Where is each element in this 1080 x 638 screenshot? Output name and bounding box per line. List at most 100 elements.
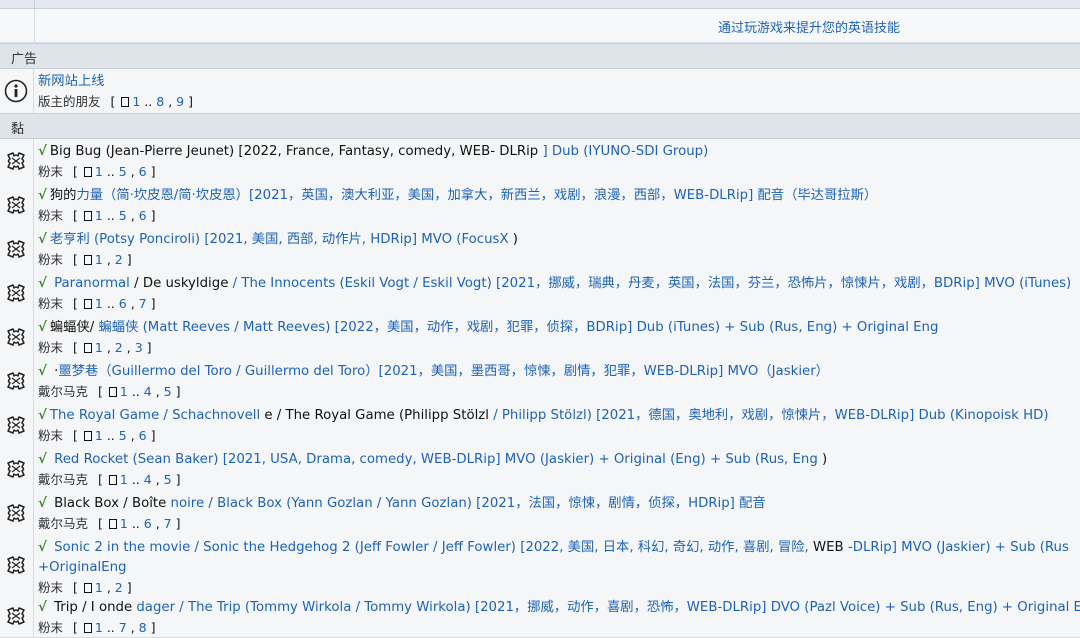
topic-title-text[interactable]: Black Box / Boîte [50,496,166,511]
page-link[interactable]: 8 [139,620,147,635]
page-link[interactable]: 7 [119,620,127,635]
page-link[interactable]: 1 [95,252,103,267]
topic-title-link[interactable]: / Philipp Stölzl) [2021，德国，奥地利，戏剧，惊悚片，WE… [493,408,1048,423]
page-link[interactable]: 4 [144,384,152,399]
topic-title-link[interactable]: 蝙蝠侠 (Matt Reeves / Matt Reeves) [2022，美国… [98,320,938,335]
page-link[interactable]: 1 [95,164,103,179]
pager: [1 .. 6 , 7 ] [98,516,181,531]
topic-title-text[interactable]: ) [509,232,518,247]
page-doc-icon [83,167,92,177]
topic-title[interactable]: √ 蝙蝠侠/ 蝙蝠侠 (Matt Reeves / Matt Reeves) [2… [38,318,1080,338]
topic-title-link[interactable]: noire / Black Box (Yann Gozlan / Yann Go… [166,496,766,511]
topic-title[interactable]: √ 狗的力量（简·坎皮恩/简·坎皮恩）[2021，英国，澳大利亚，美国，加拿大，新… [38,186,1080,206]
topic-title-text[interactable]: / De uskyldige [130,276,233,291]
pager: [1 .. 4 , 5 ] [98,384,181,399]
topic-title-text[interactable]: Trip / I onde [50,600,132,615]
topic-title-text[interactable]: WEB [809,540,848,555]
topic-title-link[interactable]: Sonic 2 in the movie / Sonic the Hedgeho… [50,540,809,555]
topic-author[interactable]: 粉末 [38,296,63,311]
page-link[interactable]: 7 [164,516,172,531]
topic-title[interactable]: √ 老亨利 (Potsy Ponciroli) [2021, 美国, 西部, 动作… [38,230,1080,250]
approved-check-icon: √ [38,232,47,247]
topic-title-text[interactable]: Big Bug (Jean-Pierre Jeunet) [2022, Fran… [50,144,538,159]
pager: [1 , 2 ] [73,252,132,267]
topic-title-link[interactable]: -DLRip] MVO (Jaskier) + Sub (Rus [848,540,1069,555]
page-link[interactable]: 1 [95,208,103,223]
topic-author[interactable]: 粉末 [38,208,63,223]
topic-title-link[interactable]: 老亨利 (Potsy Ponciroli) [2021, 美国, 西部, 动作片… [50,232,509,247]
topic-title[interactable]: √ ·噩梦巷（Guillermo del Toro / Guillermo de… [38,362,1080,382]
topic-title[interactable]: √ The Royal Game / Schachnovell e / The R… [38,406,1080,426]
topic-title-link[interactable]: The Royal Game / Schachnovell [50,408,260,423]
topic-title[interactable]: √ Paranormal / De uskyldige / The Innoce… [38,274,1080,294]
page-link[interactable]: 6 [119,296,127,311]
page-doc-icon [83,299,92,309]
page-link[interactable]: 8 [156,94,164,109]
topic-author[interactable]: 粉末 [38,580,63,595]
page-link[interactable]: 6 [144,516,152,531]
topic-title[interactable]: √ Trip / I onde dager / The Trip (Tommy … [38,598,1080,618]
topic-row: √ 老亨利 (Potsy Ponciroli) [2021, 美国, 西部, 动作… [0,227,1080,272]
topic-title-link[interactable]: Red Rocket (Sean Baker) [2021, USA, Dram… [50,452,818,467]
topic-title-link[interactable]: Paranormal [50,276,130,291]
page-link[interactable]: 1 [95,428,103,443]
topic-title-text[interactable]: e / The Royal Game (Philipp Stölzl [260,408,493,423]
page-link[interactable]: 2 [115,252,123,267]
topic-title[interactable]: √ Sonic 2 in the movie / Sonic the Hedge… [38,538,1080,558]
announcement-author[interactable]: 版主的朋友 [38,94,101,109]
page-link[interactable]: 1 [120,472,128,487]
topic-title-link[interactable]: / The Innocents (Eskil Vogt / Eskil Vogt… [233,276,1072,291]
page-link[interactable]: 1 [95,340,103,355]
page-link[interactable]: 5 [119,428,127,443]
page-link[interactable]: 7 [139,296,147,311]
promo-link[interactable]: 通过玩游戏来提升您的英语技能 [718,17,900,36]
topic-title-link[interactable]: 力量（简·坎皮恩/简·坎皮恩）[2021，英国，澳大利亚，美国，加拿大，新西兰，… [76,188,877,203]
page-link[interactable]: 6 [139,208,147,223]
page-sep: , [155,516,160,531]
topic-title[interactable]: √ Black Box / Boîte noire / Black Box (Y… [38,494,1080,514]
topic-author[interactable]: 粉末 [38,428,63,443]
page-link[interactable]: 5 [164,384,172,399]
topic-title-wrap[interactable]: +OriginalEng [38,560,126,575]
page-link[interactable]: 5 [119,164,127,179]
page-link[interactable]: 9 [176,94,184,109]
topic-author[interactable]: 戴尔马克 [38,472,88,487]
topic-author[interactable]: 粉末 [38,340,63,355]
page-link[interactable]: 6 [139,428,147,443]
topic-author[interactable]: 戴尔马克 [38,384,88,399]
page-link[interactable]: 2 [115,580,123,595]
topic-title-link[interactable]: dager / The Trip (Tommy Wirkola / Tommy … [132,600,1080,615]
approved-check-icon: √ [38,276,47,291]
page-link[interactable]: 1 [95,296,103,311]
topic-title-link[interactable]: 噩梦巷（Guillermo del Toro / Guillermo del T… [58,364,829,379]
topic-title-link[interactable]: ] Dub (IYUNO-SDI Group) [538,144,708,159]
page-link[interactable]: 6 [139,164,147,179]
topic-icon-cell [0,227,34,271]
page-doc-icon [83,211,92,221]
page-link[interactable]: 1 [120,384,128,399]
topic-title-text[interactable]: ) [818,452,827,467]
page-link[interactable]: 4 [144,472,152,487]
page-link[interactable]: 1 [132,94,140,109]
page-link[interactable]: 3 [135,340,143,355]
announcement-title-link[interactable]: 新网站上线 [38,74,104,89]
pager: [1 .. 4 , 5 ] [98,472,181,487]
topic-author[interactable]: 粉末 [38,620,63,635]
topic-author[interactable]: 粉末 [38,164,63,179]
topic-title[interactable]: √ Big Bug (Jean-Pierre Jeunet) [2022, Fra… [38,142,1080,162]
page-sep: .. [131,384,140,399]
topic-icon-cell [0,535,34,595]
topic-puzzle-icon [7,416,25,434]
page-link[interactable]: 5 [119,208,127,223]
topic-title[interactable]: √ Red Rocket (Sean Baker) [2021, USA, Dr… [38,450,1080,470]
page-link[interactable]: 1 [120,516,128,531]
page-link[interactable]: 1 [95,580,103,595]
page-sep: , [130,208,135,223]
topic-title-text[interactable]: 蝙蝠侠/ [50,320,99,335]
topic-author[interactable]: 戴尔马克 [38,516,88,531]
topic-title-text[interactable]: 狗的 [50,188,77,203]
page-link[interactable]: 1 [95,620,103,635]
page-link[interactable]: 2 [115,340,123,355]
topic-author[interactable]: 粉末 [38,252,63,267]
page-link[interactable]: 5 [164,472,172,487]
